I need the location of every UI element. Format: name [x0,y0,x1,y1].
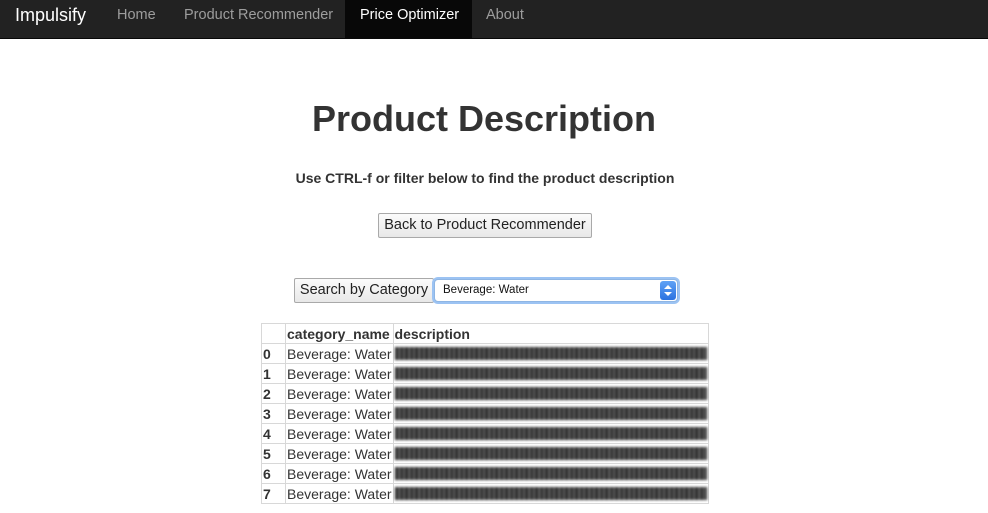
column-header-description: description [392,323,709,344]
table-row: 2 Beverage: Water [261,383,709,404]
row-index: 0 [261,343,286,364]
search-by-category-button[interactable]: Search by Category [294,278,434,303]
row-index: 5 [261,443,286,464]
top-navbar: Impulsify Home Product Recommender Price… [0,0,988,39]
table-row: 7 Beverage: Water [261,483,709,504]
row-description-redacted [392,403,709,424]
nav-home[interactable]: Home [102,0,172,39]
description-table: category_name description 0 Beverage: Wa… [261,323,709,504]
row-index: 3 [261,403,286,424]
row-category-name: Beverage: Water [285,443,394,464]
brand-logo[interactable]: Impulsify [15,0,86,30]
row-index: 6 [261,463,286,484]
page-subtitle: Use CTRL-f or filter below to find the p… [295,170,675,186]
row-description-redacted [392,443,709,464]
table-row: 3 Beverage: Water [261,403,709,424]
nav-price-optimizer[interactable]: Price Optimizer [345,0,472,39]
row-description-redacted [392,463,709,484]
row-index: 4 [261,423,286,444]
row-category-name: Beverage: Water [285,463,394,484]
row-category-name: Beverage: Water [285,363,394,384]
table-row: 5 Beverage: Water [261,443,709,464]
row-index: 2 [261,383,286,404]
description-table-container[interactable]: category_name description 0 Beverage: Wa… [261,323,709,513]
row-category-name: Beverage: Water [285,403,394,424]
nav-product-recommender[interactable]: Product Recommender [170,0,346,39]
row-description-redacted [392,423,709,444]
select-arrows-icon [660,281,676,300]
table-row: 4 Beverage: Water [261,423,709,444]
table-row: 0 Beverage: Water [261,343,709,364]
page-title: Product Description [311,98,657,139]
row-index: 1 [261,363,286,384]
row-description-redacted [392,363,709,384]
row-description-redacted [392,483,709,504]
column-header-index [261,323,286,344]
row-category-name: Beverage: Water [285,483,394,504]
row-category-name: Beverage: Water [285,423,394,444]
row-category-name: Beverage: Water [285,383,394,404]
column-header-category-name: category_name [285,323,394,344]
nav-about[interactable]: About [471,0,541,39]
table-row: 1 Beverage: Water [261,363,709,384]
table-row: 6 Beverage: Water [261,463,709,484]
table-header-row: category_name description [261,323,709,344]
row-description-redacted [392,343,709,364]
row-description-redacted [392,383,709,404]
category-select-value: Beverage: Water [443,284,529,296]
row-index: 7 [261,483,286,504]
back-to-recommender-button[interactable]: Back to Product Recommender [378,213,592,238]
category-select[interactable]: Beverage: Water [434,279,678,302]
row-category-name: Beverage: Water [285,343,394,364]
